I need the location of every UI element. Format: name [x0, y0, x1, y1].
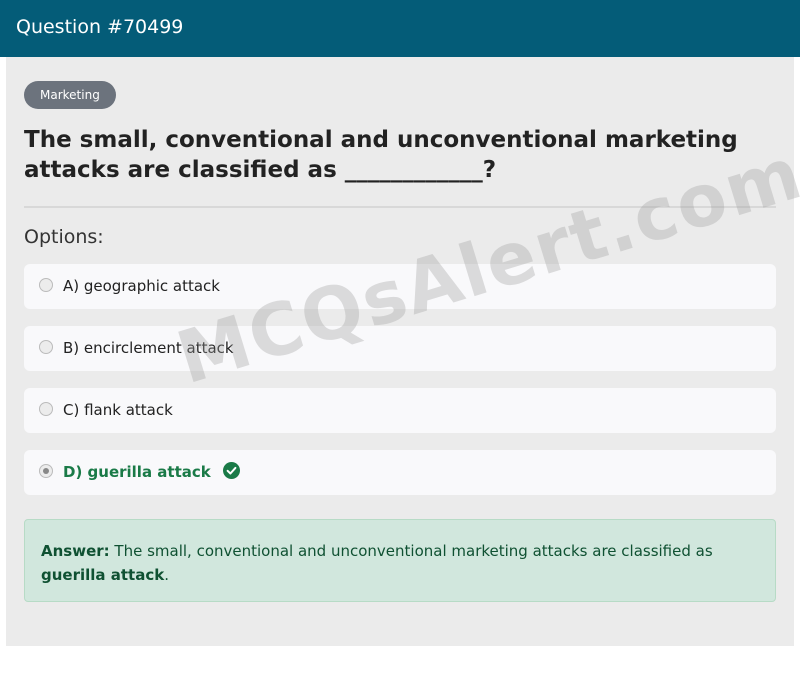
- answer-highlight: guerilla attack: [41, 566, 165, 584]
- options-label: Options:: [24, 226, 104, 248]
- answer-text: The small, conventional and unconvention…: [109, 542, 713, 560]
- option-d-wrapper: D) guerilla attack: [63, 462, 240, 481]
- option-b[interactable]: B) encirclement attack: [24, 326, 776, 371]
- option-c[interactable]: C) flank attack: [24, 388, 776, 433]
- question-header: Question #70499: [0, 0, 800, 57]
- divider: [24, 206, 776, 208]
- option-b-label: B) encirclement attack: [63, 339, 234, 357]
- question-number: Question #70499: [16, 16, 184, 38]
- answer-label: Answer:: [41, 542, 110, 560]
- radio-button-b[interactable]: [39, 340, 53, 354]
- check-circle-icon: [222, 462, 240, 479]
- option-d-label: D) guerilla attack: [63, 463, 211, 481]
- option-a-label: A) geographic attack: [63, 277, 220, 295]
- question-text: The small, conventional and unconvention…: [24, 127, 738, 183]
- answer-box: Answer: The small, conventional and unco…: [24, 519, 776, 602]
- category-badge[interactable]: Marketing: [24, 81, 116, 109]
- option-d[interactable]: D) guerilla attack: [24, 450, 776, 495]
- radio-button-a[interactable]: [39, 278, 53, 292]
- option-c-label: C) flank attack: [63, 401, 173, 419]
- answer-end: .: [164, 566, 169, 584]
- radio-button-d[interactable]: [39, 464, 53, 478]
- option-a[interactable]: A) geographic attack: [24, 264, 776, 309]
- radio-button-c[interactable]: [39, 402, 53, 416]
